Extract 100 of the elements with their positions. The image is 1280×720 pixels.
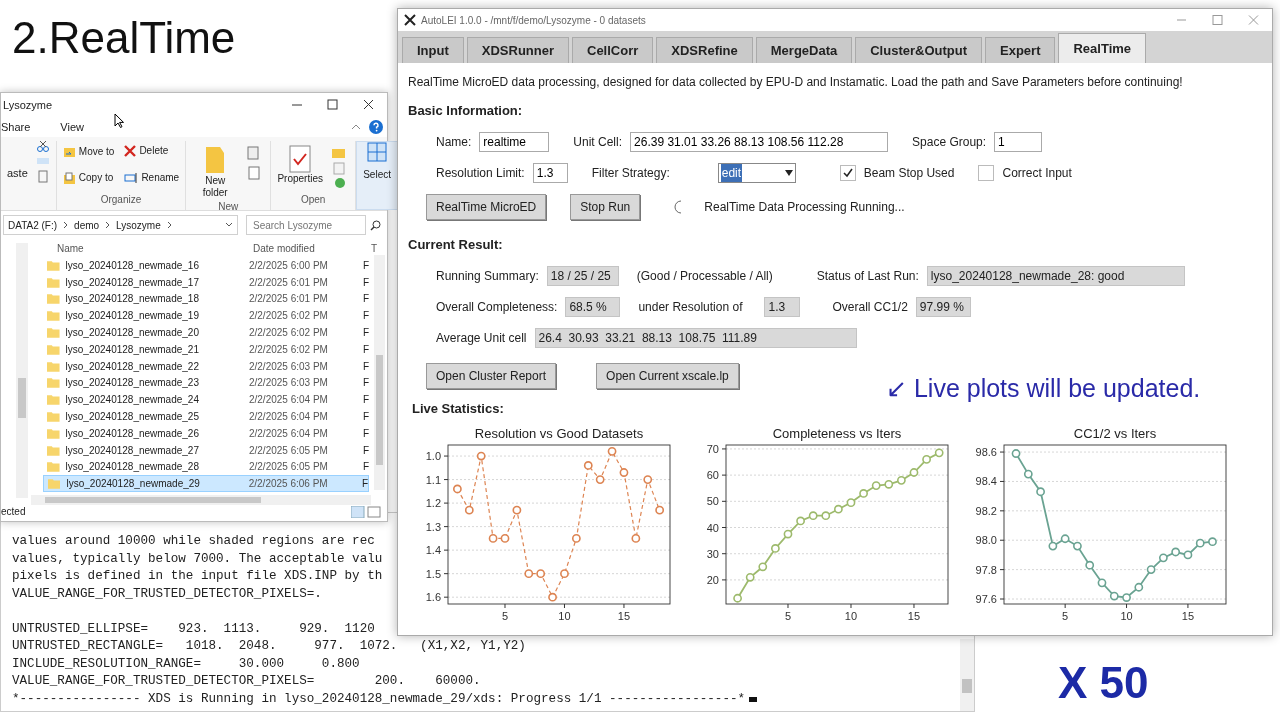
tab[interactable]: Expert: [985, 37, 1056, 63]
terminal-line: values, typically below 7000. The acceptable valu: [12, 550, 383, 568]
tab[interactable]: Cluster&Output: [855, 37, 982, 63]
folder-icon: [47, 343, 60, 355]
text-field[interactable]: 1: [994, 132, 1043, 152]
file-row[interactable]: lyso_20240128_newmade_26 2/2/2025 6:04 PM F: [43, 424, 369, 442]
scrollbar-thumb[interactable]: [376, 355, 383, 465]
file-row[interactable]: lyso_20240128_newmade_18 2/2/2025 6:01 PM F: [43, 290, 369, 308]
data-point: [655, 505, 665, 515]
file-row[interactable]: lyso_20240128_newmade_16 2/2/2025 6:00 PM F: [43, 257, 369, 274]
dropdown-icon: [225, 222, 233, 228]
folder-icon: [47, 310, 60, 322]
help-icon[interactable]: [369, 120, 383, 134]
data-point: [808, 510, 818, 520]
scrollbar-thumb[interactable]: [962, 679, 972, 693]
axis-tick-label: 1.3: [425, 520, 441, 533]
ribbon-button[interactable]: Rename: [124, 171, 180, 184]
mouse-pointer-icon: [114, 113, 124, 128]
window-title: AutoLEI 1.0.0 - /mnt/f/demo/Lysozyme - 0 datasets: [421, 13, 646, 28]
dropdown[interactable]: edit: [717, 163, 796, 183]
ribbon-button[interactable]: Properties: [277, 145, 324, 192]
scrollbar-thumb[interactable]: [45, 497, 261, 503]
folder-icon: [47, 444, 60, 456]
ribbon-button[interactable]: Move to: [62, 145, 115, 158]
tab[interactable]: MergeData: [755, 37, 853, 63]
folder-icon: [48, 478, 61, 490]
action-button[interactable]: Open Current xscale.lp: [596, 363, 739, 389]
clipboard-tools-icon[interactable]: [35, 141, 50, 185]
data-point: [758, 561, 768, 571]
scrollbar[interactable]: [960, 639, 974, 711]
terminal-line: VALUE_RANGE_FOR_TRUSTED_DETECTOR_PIXELS= 200. 60000.: [12, 673, 481, 690]
checkbox[interactable]: [839, 165, 856, 181]
address-bar[interactable]: DATA2 (F:) demo Lysozyme: [3, 215, 238, 235]
text-field[interactable]: 1.3: [532, 163, 568, 183]
tab[interactable]: CellCorr: [572, 37, 654, 63]
paste-button[interactable]: aste: [7, 141, 28, 182]
axis-tick-label: 30: [706, 547, 719, 560]
scrollbar[interactable]: [31, 495, 371, 505]
scrollbar-thumb[interactable]: [18, 378, 26, 418]
column-header[interactable]: T: [371, 240, 381, 256]
delete-icon: [124, 145, 137, 157]
folder-icon: [204, 145, 227, 175]
action-button[interactable]: Open Cluster Report: [426, 363, 557, 389]
readout-field: 1.3: [764, 296, 801, 317]
data-point: [1085, 560, 1095, 570]
text-field[interactable]: 26.39 31.01 33.26 88.13 108.56 112.28: [630, 132, 889, 152]
file-row[interactable]: lyso_20240128_newmade_20 2/2/2025 6:02 PM F: [43, 324, 369, 341]
axis-tick-label: 10: [1120, 609, 1133, 622]
file-row[interactable]: lyso_20240128_newmade_19 2/2/2025 6:02 PM F: [43, 307, 369, 325]
file-row[interactable]: lyso_20240128_newmade_25 2/2/2025 6:04 PM F: [43, 408, 369, 425]
group-label: Open: [300, 193, 326, 207]
menu-item[interactable]: View: [60, 118, 84, 136]
file-row[interactable]: lyso_20240128_newmade_21 2/2/2025 6:02 PM F: [43, 341, 369, 358]
tab[interactable]: XDSRunner: [466, 37, 569, 63]
group-label: New: [218, 200, 239, 214]
menu-item[interactable]: Share: [1, 118, 31, 136]
data-point: [771, 543, 780, 553]
axis-tick-label: 98.0: [975, 533, 997, 546]
file-row[interactable]: lyso_20240128_newmade_27 2/2/2025 6:05 PM F: [43, 441, 369, 459]
column-header[interactable]: Date modified: [253, 240, 371, 256]
file-row[interactable]: lyso_20240128_newmade_24 2/2/2025 6:04 PM F: [43, 391, 369, 409]
view-toggle-icon[interactable]: [351, 506, 381, 518]
field-label: Running Summary:: [436, 267, 539, 285]
ribbon-button[interactable]: Copy to: [62, 171, 115, 185]
section-heading: Basic Information:: [408, 102, 524, 120]
terminal-line: VALUE_RANGE_FOR_TRUSTED_DETECTOR_PIXELS=.: [12, 585, 322, 603]
data-point: [1183, 550, 1193, 559]
data-point: [859, 488, 868, 498]
scrollbar[interactable]: [16, 243, 28, 498]
search-field[interactable]: Search Lysozyme: [246, 215, 366, 235]
status-text: ected: [1, 505, 26, 519]
action-button[interactable]: Stop Run: [570, 193, 641, 220]
ribbon-button[interactable]: New folder: [192, 145, 239, 199]
axis-tick-label: 1.2: [425, 496, 441, 509]
file-row[interactable]: lyso_20240128_newmade_28 2/2/2025 6:05 PM F: [43, 458, 369, 476]
axis-tick-label: 1.6: [425, 590, 441, 603]
action-button[interactable]: RealTime MicroED: [426, 193, 547, 220]
chevron-up-icon[interactable]: [351, 123, 361, 131]
group-label: Organize: [100, 193, 142, 207]
folder-icon: [47, 461, 60, 473]
scrollbar[interactable]: [374, 255, 385, 490]
file-row[interactable]: lyso_20240128_newmade_22 2/2/2025 6:03 PM F: [43, 357, 369, 375]
folder-icon: [47, 394, 60, 406]
data-point: [934, 447, 944, 457]
column-header[interactable]: Name: [57, 240, 253, 256]
file-row[interactable]: lyso_20240128_newmade_17 2/2/2025 6:01 PM F: [43, 273, 369, 291]
tab[interactable]: RealTime: [1058, 33, 1147, 63]
file-row[interactable]: lyso_20240128_newmade_23 2/2/2025 6:03 PM F: [43, 374, 369, 392]
axis-tick-label: 1.1: [425, 473, 441, 486]
field-label: Resolution Limit:: [436, 165, 525, 182]
checkbox[interactable]: [978, 165, 995, 181]
file-row[interactable]: lyso_20240128_newmade_29 2/2/2025 6:06 PM F: [43, 475, 369, 493]
readout-field: 18 / 25 / 25: [546, 265, 619, 286]
axis-tick-label: 20: [706, 573, 719, 586]
data-point: [1060, 533, 1070, 543]
tab[interactable]: Input: [402, 37, 464, 63]
text-field[interactable]: realtime: [479, 132, 550, 152]
ribbon-button[interactable]: Delete: [124, 145, 180, 157]
tab[interactable]: XDSRefine: [656, 37, 753, 63]
app-logo-icon: [404, 14, 416, 26]
